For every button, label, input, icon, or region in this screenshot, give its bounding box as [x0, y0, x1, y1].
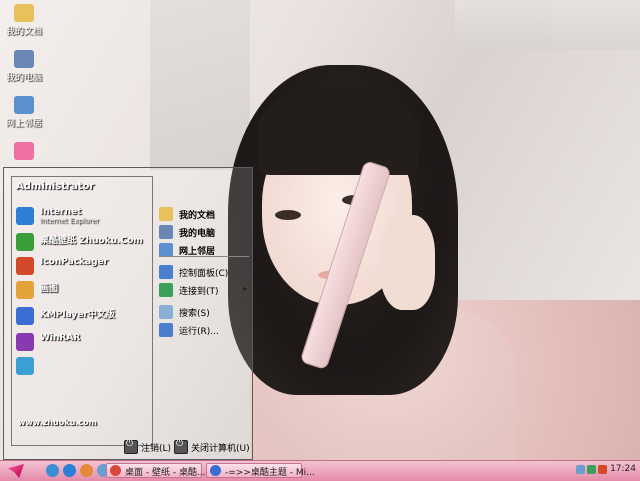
recycle-bin-icon — [14, 142, 34, 160]
tray-volume-icon[interactable] — [598, 465, 607, 474]
search-icon — [159, 305, 173, 319]
folder-icon — [159, 207, 173, 221]
start-menu-place-label: 我的电脑 — [179, 229, 216, 239]
desktop-icon-label: 我的文档 — [5, 27, 42, 37]
system-tray: 17:24 — [570, 462, 640, 479]
wallpaper-hand — [380, 215, 435, 310]
start-menu-program-title: KMPlayer中文版 — [40, 310, 115, 320]
kmplayer-icon — [16, 307, 34, 325]
start-menu-place[interactable]: 控制面板(C) — [159, 264, 251, 282]
zhuoku-icon — [16, 233, 34, 251]
wallpaper-shelf-top — [455, 0, 640, 50]
start-menu-place[interactable]: 连接到(T) ▸ — [159, 282, 251, 300]
my-documents-icon — [14, 4, 34, 22]
shutdown-label: 关闭计算机(U) — [191, 444, 250, 454]
submenu-arrow-icon: ▸ — [242, 284, 247, 293]
paint-icon — [16, 281, 34, 299]
logoff-label: 注销(L) — [141, 444, 172, 454]
media-icon[interactable] — [80, 464, 93, 477]
start-button[interactable] — [2, 463, 30, 479]
desktop-icon-label: 网上邻居 — [5, 119, 42, 129]
start-menu-program-subtitle: Internet Explorer — [40, 217, 100, 225]
start-menu-program-title: 桌酷壁纸 Zhuoku.Com — [40, 236, 143, 246]
start-menu-program-title: 画图 — [40, 284, 59, 294]
start-menu-place[interactable]: 我的电脑 — [159, 224, 251, 242]
logoff-button[interactable]: 注销(L) — [124, 439, 174, 454]
winrar-icon — [16, 333, 34, 351]
connect-icon — [159, 283, 173, 297]
taskbar-task-label: 桌面 - 壁纸 - 桌酷... — [125, 468, 206, 478]
start-menu-program-title: IconPackager — [40, 257, 109, 267]
start-menu-program[interactable]: 桌酷壁纸 Zhuoku.Com — [16, 232, 151, 254]
wallpaper-bangs — [258, 85, 418, 175]
program-icon — [16, 357, 34, 375]
start-logo-icon — [8, 464, 24, 478]
chrome-icon — [110, 465, 121, 476]
iconpackager-icon — [16, 257, 34, 275]
ie-icon[interactable] — [63, 464, 76, 477]
taskbar-task[interactable]: -=>>桌酷主题 - Mi... — [206, 463, 315, 478]
network-icon — [159, 243, 173, 257]
start-menu-place-label: 搜索(S) — [179, 309, 210, 319]
start-menu-program[interactable]: IconPackager — [16, 256, 151, 278]
start-menu-program[interactable]: 画图 — [16, 280, 151, 302]
start-menu-place[interactable]: 网上邻居 — [159, 242, 251, 260]
start-menu-program-title: WinRAR — [40, 333, 81, 343]
network-places-icon — [14, 96, 34, 114]
power-icon — [174, 439, 188, 454]
computer-icon — [159, 225, 173, 239]
desktop-icon[interactable]: 我的文档 — [4, 4, 44, 37]
my-computer-icon — [14, 50, 34, 68]
start-menu-place[interactable]: 我的文档 — [159, 206, 251, 224]
taskbar-task[interactable]: 桌面 - 壁纸 - 桌酷... — [106, 463, 206, 478]
start-menu: Administrator Internet Internet Explorer 桌… — [3, 167, 253, 460]
start-menu-program[interactable]: KMPlayer中文版 — [16, 306, 151, 328]
control-panel-icon — [159, 265, 173, 279]
desktop-icon[interactable] — [4, 142, 44, 162]
start-menu-program[interactable]: WinRAR — [16, 332, 151, 354]
tray-security-icon[interactable] — [587, 465, 596, 474]
desktop-icon[interactable]: 我的电脑 — [4, 50, 44, 83]
start-menu-place[interactable]: 搜索(S) — [159, 304, 251, 322]
run-icon — [159, 323, 173, 337]
start-menu-program-title: Internet — [40, 207, 82, 217]
desktop-icon-label: 我的电脑 — [5, 73, 42, 83]
internet-explorer-icon — [16, 207, 34, 225]
logoff-icon — [124, 439, 138, 454]
start-menu-username: Administrator — [16, 181, 95, 192]
taskbar: 桌面 - 壁纸 - 桌酷... -=>>桌酷主题 - Mi... 17:24 — [0, 460, 640, 481]
taskbar-task-label: -=>>桌酷主题 - Mi... — [225, 468, 315, 478]
desktop-icon[interactable]: 网上邻居 — [4, 96, 44, 129]
wallpaper-eye-left — [275, 210, 301, 220]
shutdown-button[interactable]: 关闭计算机(U) — [174, 439, 252, 454]
start-menu-separator — [159, 256, 249, 257]
start-menu-program[interactable]: Internet Internet Explorer — [16, 206, 151, 228]
tray-clock[interactable]: 17:24 — [610, 464, 636, 474]
start-menu-url: www.zhuoku.com — [18, 418, 97, 427]
tray-network-icon[interactable] — [576, 465, 585, 474]
wallpaper-shelf — [150, 0, 250, 170]
show-desktop-icon[interactable] — [46, 464, 59, 477]
start-menu-place-label: 我的文档 — [179, 211, 216, 221]
word-icon — [210, 465, 221, 476]
start-menu-place-label: 运行(R)... — [179, 327, 219, 337]
start-menu-place[interactable]: 运行(R)... — [159, 322, 251, 340]
start-menu-place-label: 连接到(T) — [179, 287, 219, 297]
start-menu-program[interactable] — [16, 356, 151, 378]
start-menu-place-label: 控制面板(C) — [179, 269, 229, 279]
